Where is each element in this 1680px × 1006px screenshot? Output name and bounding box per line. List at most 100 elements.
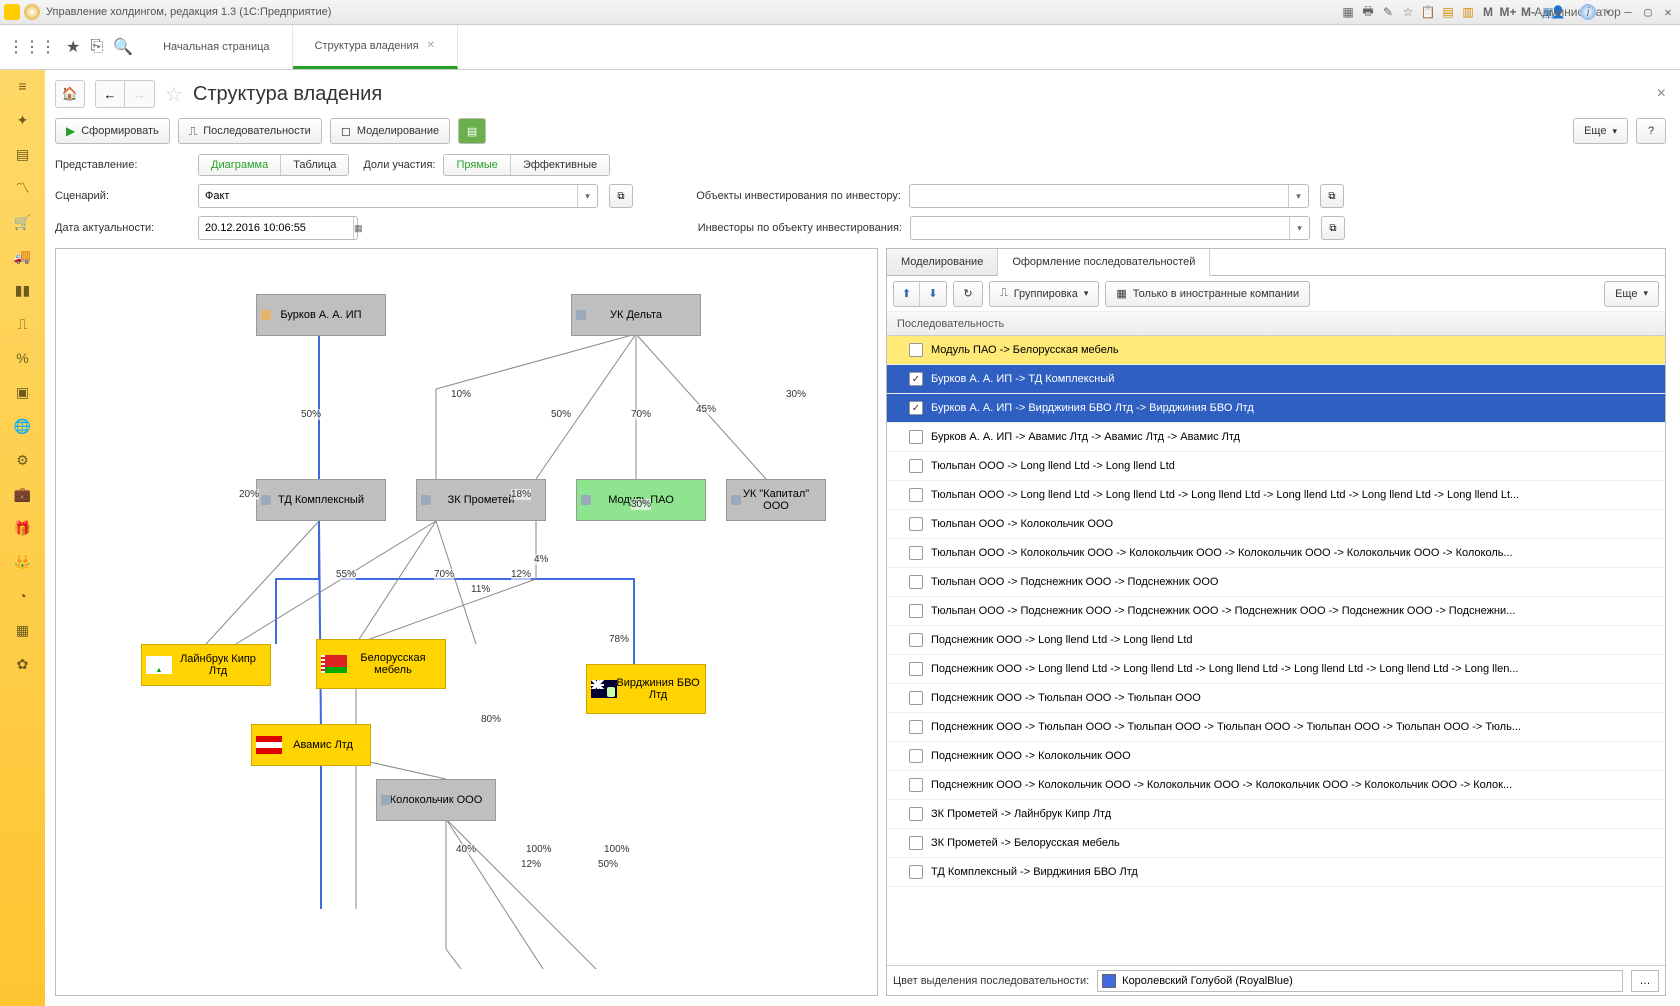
rail-icon-10[interactable]: ▣ xyxy=(13,382,33,402)
tab-ownership-structure[interactable]: Структура владения ✕ xyxy=(293,25,458,69)
scenario-field[interactable]: ▾ xyxy=(198,184,598,208)
scenario-dropdown-icon[interactable]: ▾ xyxy=(577,185,597,207)
sequence-row[interactable]: Тюльпан ООО -> Long llend Ltd -> Long ll… xyxy=(887,481,1665,510)
by-investor-field[interactable]: ▾ xyxy=(909,184,1309,208)
search-icon[interactable]: 🔍 xyxy=(113,37,133,57)
row-checkbox[interactable] xyxy=(909,488,923,502)
rail-settings-icon[interactable]: ✿ xyxy=(13,654,33,674)
rail-calc-icon[interactable]: ▦ xyxy=(13,620,33,640)
close-tab-icon[interactable]: ✕ xyxy=(427,40,435,51)
sequence-row[interactable]: Тюльпан ООО -> Подснежник ООО -> Подснеж… xyxy=(887,597,1665,626)
forward-button[interactable]: → xyxy=(125,80,155,108)
apps-grid-icon[interactable]: ⋮⋮⋮ xyxy=(8,37,56,57)
node-virginia[interactable]: Вирджиния БВО Лтд xyxy=(586,664,706,714)
by-investor-input[interactable] xyxy=(910,190,1288,202)
sequence-grid[interactable]: Модуль ПАО -> Белорусская мебель✓Бурков … xyxy=(887,336,1665,965)
toolbar-icon-1[interactable]: ▦ xyxy=(1340,4,1356,20)
star-icon[interactable]: ★ xyxy=(66,37,80,57)
sequence-row[interactable]: Подснежник ООО -> Колокольчик ООО xyxy=(887,742,1665,771)
tab-sequence-decor[interactable]: Оформление последовательностей xyxy=(998,249,1210,276)
view-diagram-option[interactable]: Диаграмма xyxy=(199,155,281,175)
sequence-row[interactable]: Модуль ПАО -> Белорусская мебель xyxy=(887,336,1665,365)
node-burkov[interactable]: Бурков А. А. ИП xyxy=(256,294,386,336)
help-dropdown-icon[interactable]: ▾ xyxy=(1600,4,1616,20)
grouping-button[interactable]: ⎍Группировка ▾ xyxy=(989,281,1099,307)
history-icon[interactable]: ⎘ xyxy=(90,38,103,56)
print-icon[interactable]: 🖶 xyxy=(1360,4,1376,20)
sequence-row[interactable]: ТД Комплексный -> Вирджиния БВО Лтд xyxy=(887,858,1665,887)
share-effective-option[interactable]: Эффективные xyxy=(511,155,609,175)
row-checkbox[interactable] xyxy=(909,430,923,444)
tab-modeling[interactable]: Моделирование xyxy=(887,249,998,276)
rp-more-button[interactable]: Еще ▾ xyxy=(1604,281,1659,307)
help-button[interactable]: ? xyxy=(1636,118,1666,144)
row-checkbox[interactable] xyxy=(909,662,923,676)
app-menu-dropdown[interactable] xyxy=(24,4,40,20)
generate-button[interactable]: ▶Сформировать xyxy=(55,118,170,144)
calendar-icon-2[interactable]: ▥ xyxy=(1460,4,1476,20)
row-checkbox[interactable] xyxy=(909,720,923,734)
row-checkbox[interactable]: ✓ xyxy=(909,401,923,415)
more-button[interactable]: Еще ▾ xyxy=(1573,118,1628,144)
sequence-row[interactable]: ЗК Прометей -> Белорусская мебель xyxy=(887,829,1665,858)
settings-green-button[interactable]: ▤ xyxy=(458,118,486,144)
home-button[interactable]: 🏠 xyxy=(55,80,85,108)
rail-doc-icon[interactable]: ▤ xyxy=(13,144,33,164)
by-investor-dropdown-icon[interactable]: ▾ xyxy=(1288,185,1308,207)
node-belorus[interactable]: Белорусская мебель xyxy=(316,639,446,689)
foreign-only-button[interactable]: ▦Только в иностранные компании xyxy=(1105,281,1310,307)
memory-m-button[interactable]: M xyxy=(1480,4,1496,20)
rail-star-icon[interactable]: ✦ xyxy=(13,110,33,130)
by-object-input[interactable] xyxy=(911,222,1289,234)
refresh-button[interactable]: ↻ xyxy=(953,281,983,307)
scenario-open-button[interactable]: ⧉ xyxy=(609,184,633,208)
by-object-dropdown-icon[interactable]: ▾ xyxy=(1289,217,1309,239)
maximize-window-button[interactable]: ▢ xyxy=(1640,4,1656,20)
node-kolokol[interactable]: Колокольчик ООО xyxy=(376,779,496,821)
row-checkbox[interactable] xyxy=(909,575,923,589)
row-checkbox[interactable] xyxy=(909,865,923,879)
sequence-row[interactable]: Подснежник ООО -> Long llend Ltd -> Long… xyxy=(887,626,1665,655)
row-checkbox[interactable] xyxy=(909,807,923,821)
calendar-icon[interactable]: ▤ xyxy=(1440,4,1456,20)
share-direct-option[interactable]: Прямые xyxy=(444,155,510,175)
sequence-row[interactable]: Тюльпан ООО -> Long llend Ltd -> Long ll… xyxy=(887,452,1665,481)
modeling-button[interactable]: ◻Моделирование xyxy=(330,118,450,144)
close-page-button[interactable]: × xyxy=(1657,85,1666,103)
row-checkbox[interactable] xyxy=(909,778,923,792)
tab-home[interactable]: Начальная страница xyxy=(141,25,292,69)
row-checkbox[interactable] xyxy=(909,633,923,647)
rail-chart-icon[interactable]: 〽 xyxy=(13,178,33,198)
by-investor-open-button[interactable]: ⧉ xyxy=(1320,184,1344,208)
favorite-page-icon[interactable]: ☆ xyxy=(165,82,183,107)
node-td-komplex[interactable]: ТД Комплексный xyxy=(256,479,386,521)
rail-flow-icon[interactable]: ⎍ xyxy=(13,314,33,334)
row-checkbox[interactable] xyxy=(909,604,923,618)
rail-truck-icon[interactable]: 🚚 xyxy=(13,246,33,266)
scenario-input[interactable] xyxy=(199,190,577,202)
row-checkbox[interactable] xyxy=(909,546,923,560)
node-zk-prometey[interactable]: ЗК Прометей xyxy=(416,479,546,521)
node-uk-delta[interactable]: УК Дельта xyxy=(571,294,701,336)
view-table-option[interactable]: Таблица xyxy=(281,155,348,175)
date-field[interactable]: ▦ xyxy=(198,216,358,240)
sequence-row[interactable]: Подснежник ООО -> Тюльпан ООО -> Тюльпан… xyxy=(887,684,1665,713)
date-input[interactable] xyxy=(199,222,353,234)
sequence-row[interactable]: Тюльпан ООО -> Колокольчик ООО -> Колоко… xyxy=(887,539,1665,568)
rail-menu-icon[interactable]: ≡ xyxy=(13,76,33,96)
node-lainbruk[interactable]: Лайнбрук Кипр Лтд xyxy=(141,644,271,686)
rail-clock-icon[interactable]: ◔ xyxy=(13,586,33,606)
rail-gift-icon[interactable]: 🎁 xyxy=(13,518,33,538)
user-label[interactable]: 👤 Администратор xyxy=(1560,4,1576,20)
node-uk-kapital[interactable]: УК "Капитал" ООО xyxy=(726,479,826,521)
minimize-window-button[interactable]: — xyxy=(1620,4,1636,20)
sequence-row[interactable]: Подснежник ООО -> Long llend Ltd -> Long… xyxy=(887,655,1665,684)
color-picker-button[interactable]: … xyxy=(1631,970,1659,992)
clipboard-icon[interactable]: 📋 xyxy=(1420,4,1436,20)
help-icon[interactable]: i xyxy=(1580,4,1596,20)
sequence-row[interactable]: Подснежник ООО -> Колокольчик ООО -> Кол… xyxy=(887,771,1665,800)
node-avamis[interactable]: Авамис Лтд xyxy=(251,724,371,766)
rail-briefcase-icon[interactable]: 💼 xyxy=(13,484,33,504)
sequence-row[interactable]: ✓Бурков А. А. ИП -> ТД Комплексный xyxy=(887,365,1665,394)
row-checkbox[interactable]: ✓ xyxy=(909,372,923,386)
